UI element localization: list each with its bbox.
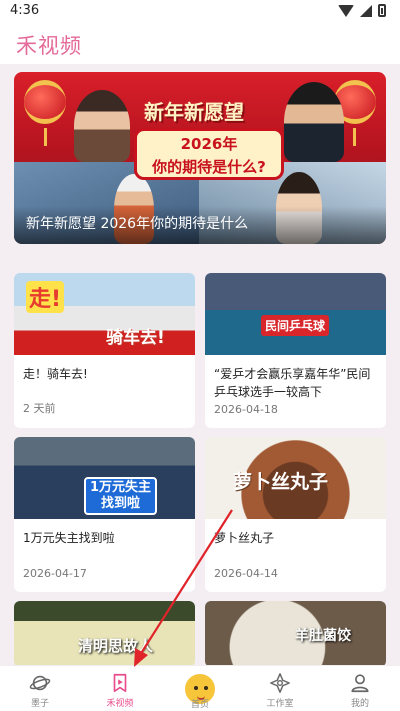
video-date: 2 天前 (23, 402, 56, 415)
nav-item-studio[interactable]: 工作室 (240, 666, 320, 711)
nav-label: 首页 (190, 700, 209, 710)
nav-label: 墨子 (30, 699, 49, 709)
banner-sub-line2: 你的期待是什么? (152, 158, 266, 176)
video-date: 2026-04-17 (23, 567, 87, 580)
thumbnail-text: 民间乒乓球 (261, 315, 330, 336)
video-title: 1万元失主找到啦 (23, 531, 115, 545)
thumbnail-text: 羊肚菌饺 (295, 628, 351, 644)
planet-icon (29, 675, 51, 691)
video-thumbnail: 1万元失主 找到啦 (14, 437, 195, 519)
studio-icon (270, 673, 290, 693)
nav-item-video[interactable]: 禾视频 (80, 666, 160, 711)
thumbnail-text: 萝卜丝丸子 (233, 471, 329, 493)
video-title: 萝卜丝丸子 (214, 531, 275, 545)
video-title: “爱乒才会赢乐享嘉年华”民间乒乓球选手一较高下 (214, 367, 371, 399)
nav-label: 工作室 (266, 699, 294, 709)
video-card[interactable]: 民间乒乓球 “爱乒才会赢乐享嘉年华”民间乒乓球选手一较高下 2026-04-18 (205, 273, 386, 428)
video-date: 2026-04-14 (214, 567, 278, 580)
video-date: 2026-04-18 (214, 403, 278, 416)
banner-person (74, 90, 130, 162)
nav-label: 禾视频 (106, 699, 134, 709)
video-thumbnail: 清明思故人 (14, 601, 195, 667)
page-title: 禾视频 (16, 34, 82, 58)
status-icons (338, 4, 386, 17)
video-card[interactable]: 清明思故人 (14, 601, 195, 667)
video-bookmark-icon (113, 673, 127, 693)
video-card[interactable]: 1万元失主 找到啦 1万元失主找到啦 2026-04-17 (14, 437, 195, 592)
thumbnail-text: 骑车去! (106, 328, 165, 348)
nav-label: 我的 (350, 699, 369, 709)
nav-item-mine[interactable]: 我的 (320, 666, 400, 711)
nav-item-mozi[interactable]: 墨子 (0, 666, 80, 711)
banner-subtitle-box: 2026年 你的期待是什么? (134, 128, 284, 180)
video-card[interactable]: 羊肚菌饺 (205, 601, 386, 667)
video-card[interactable]: 萝卜丝丸子 萝卜丝丸子 2026-04-14 (205, 437, 386, 592)
person-icon (351, 674, 369, 693)
lantern-icon (24, 80, 66, 124)
battery-icon (378, 4, 386, 17)
banner-sub-line1: 2026年 (180, 135, 238, 153)
video-thumbnail: 萝卜丝丸子 (205, 437, 386, 519)
video-thumbnail: 羊肚菌饺 (205, 601, 386, 667)
lantern-tassel (44, 128, 47, 146)
banner-caption: 新年新愿望 2026年你的期待是什么 (26, 216, 249, 232)
app-header: 禾视频 (0, 24, 400, 64)
banner-caption-overlay: 新年新愿望 2026年你的期待是什么 (14, 206, 386, 244)
banner-headline: 新年新愿望 (144, 100, 244, 124)
video-title: 走！骑车去! (23, 367, 88, 381)
status-time: 4:36 (10, 3, 40, 18)
video-card[interactable]: 走! 骑车去! 走！骑车去! 2 天前 (14, 273, 195, 428)
video-thumbnail: 民间乒乓球 (205, 273, 386, 355)
status-bar: 4:36 (0, 0, 400, 24)
banner-person (284, 82, 344, 162)
signal-icon (360, 4, 372, 17)
featured-banner[interactable]: 新年新愿望 2026年 你的期待是什么? 新年新愿望 2026年你的期待是什么 (14, 72, 386, 244)
lantern-tassel (353, 128, 356, 146)
thumbnail-text: 清明思故人 (78, 637, 154, 655)
video-thumbnail: 走! 骑车去! (14, 273, 195, 355)
thumbnail-tag: 走! (26, 281, 65, 313)
wifi-icon (338, 4, 354, 17)
thumbnail-text: 1万元失主 找到啦 (84, 477, 158, 515)
